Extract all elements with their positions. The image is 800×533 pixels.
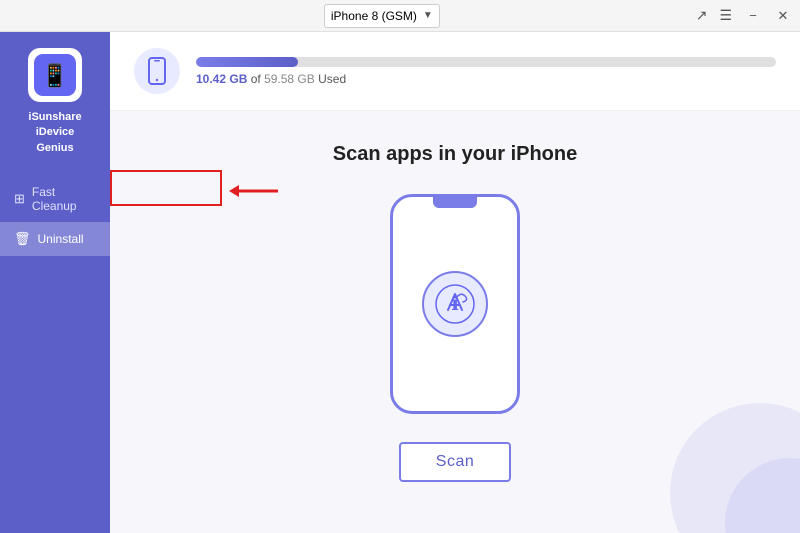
storage-progress-bar bbox=[196, 57, 776, 67]
uninstall-label: Uninstall bbox=[38, 232, 84, 246]
storage-used-label: Used bbox=[318, 72, 346, 86]
storage-used: 10.42 GB bbox=[196, 72, 247, 86]
uninstall-icon: 🗑 bbox=[14, 231, 31, 247]
device-icon bbox=[134, 48, 180, 94]
title-bar-center: iPhone 8 (GSM) ▼ bbox=[324, 4, 440, 28]
title-bar-actions: ↗ ☰ − ✕ bbox=[696, 7, 792, 25]
sidebar-item-uninstall[interactable]: 🗑 Uninstall bbox=[0, 222, 110, 256]
storage-of-label: of bbox=[251, 72, 264, 86]
sidebar: 📱 iSunshareiDeviceGenius ⊞ Fast Cleanup … bbox=[0, 32, 110, 533]
scan-title: Scan apps in your iPhone bbox=[333, 143, 578, 166]
storage-bar-section: 10.42 GB of 59.58 GB Used bbox=[110, 32, 800, 111]
dropdown-arrow-icon: ▼ bbox=[423, 10, 433, 21]
storage-info: 10.42 GB of 59.58 GB Used bbox=[196, 57, 776, 86]
app-logo: 📱 bbox=[28, 48, 82, 102]
device-dropdown[interactable]: iPhone 8 (GSM) ▼ bbox=[324, 4, 440, 28]
deco-circles bbox=[600, 353, 800, 533]
storage-progress-fill bbox=[196, 57, 298, 67]
scan-area: Scan apps in your iPhone ℹ bbox=[110, 111, 800, 533]
phone-illustration: ℹ bbox=[390, 194, 520, 414]
sidebar-menu: ⊞ Fast Cleanup 🗑 Uninstall bbox=[0, 176, 110, 256]
content-area: 10.42 GB of 59.58 GB Used Scan apps in y… bbox=[110, 32, 800, 533]
device-name-label: iPhone 8 (GSM) bbox=[331, 9, 417, 23]
svg-text:📱: 📱 bbox=[41, 63, 68, 88]
menu-icon[interactable]: ☰ bbox=[719, 7, 732, 24]
share-icon[interactable]: ↗ bbox=[696, 7, 708, 24]
fast-cleanup-icon: ⊞ bbox=[14, 191, 25, 207]
phone-notch bbox=[433, 197, 477, 208]
sidebar-item-fast-cleanup[interactable]: ⊞ Fast Cleanup bbox=[0, 176, 110, 222]
minimize-button[interactable]: − bbox=[744, 7, 762, 25]
title-bar: iPhone 8 (GSM) ▼ ↗ ☰ − ✕ bbox=[0, 0, 800, 32]
storage-text: 10.42 GB of 59.58 GB Used bbox=[196, 72, 776, 86]
storage-total: 59.58 GB bbox=[264, 72, 315, 86]
phone-body: ℹ bbox=[390, 194, 520, 414]
main-container: 📱 iSunshareiDeviceGenius ⊞ Fast Cleanup … bbox=[0, 32, 800, 533]
app-store-icon: ℹ bbox=[422, 271, 488, 337]
fast-cleanup-label: Fast Cleanup bbox=[32, 185, 96, 213]
scan-button[interactable]: Scan bbox=[399, 442, 511, 482]
app-name-label: iSunshareiDeviceGenius bbox=[28, 110, 81, 156]
close-button[interactable]: ✕ bbox=[774, 7, 792, 25]
